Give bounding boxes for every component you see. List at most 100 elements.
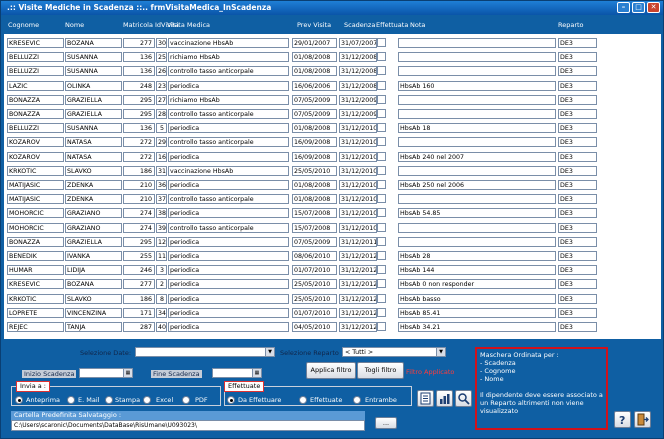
table-cell[interactable]: ZDENKA [65,194,122,205]
chart-icon[interactable] [436,390,453,407]
effettuata-checkbox[interactable] [377,194,386,204]
effettuata-checkbox[interactable] [377,123,386,133]
table-cell[interactable]: HbsAb 28 [398,251,556,261]
table-cell[interactable]: HbsAb 160 [398,80,556,91]
table-cell[interactable]: DE3 [558,80,597,91]
table-row[interactable]: BELLUZZI SUSANNA 136 25 richiamo HbsAb 01/08/… [4,52,661,63]
radio-stampa[interactable] [105,396,113,404]
table-cell[interactable]: LAZIC [7,80,64,91]
calendar-icon[interactable]: ▦ [123,369,132,377]
table-cell[interactable]: DE3 [558,180,597,190]
table-cell[interactable]: BONAZZA [7,236,64,247]
table-cell[interactable]: 277 [123,279,155,290]
effettuata-checkbox[interactable] [377,80,386,90]
table-cell[interactable]: NATASA [65,151,122,162]
table-cell[interactable]: 36 [156,180,167,190]
table-row[interactable]: BONAZZA GRAZIELLA 295 12 periodica 07/05/2009… [4,236,661,247]
browse-button[interactable]: ... [375,417,397,429]
table-cell[interactable]: 01/08/2008 [292,123,337,134]
table-cell[interactable]: 29/01/2007 [292,38,337,48]
table-cell[interactable]: DE3 [558,38,597,48]
maximize-button[interactable]: □ [632,2,645,13]
table-cell[interactable] [398,38,556,48]
table-cell[interactable]: richiamo HbsAb [168,52,289,63]
table-cell[interactable]: 31/07/2007 [339,38,377,48]
table-cell[interactable]: 31/12/2010 [339,194,377,205]
table-cell[interactable]: MATIJASIC [7,180,64,190]
table-cell[interactable]: HbsAb 34.21 [398,322,556,332]
table-cell[interactable] [398,194,556,205]
table-cell[interactable]: vaccinazione HbsAb [168,38,289,48]
table-cell[interactable]: 25/05/2010 [292,165,337,176]
radio-pdf[interactable] [182,396,190,404]
table-cell[interactable]: 39 [156,222,167,233]
table-cell[interactable]: DE3 [558,109,597,119]
table-cell[interactable]: 16/09/2008 [292,151,337,162]
table-cell[interactable]: DE3 [558,279,597,290]
table-cell[interactable]: 31/12/2012 [339,293,377,304]
fine-scadenza-input[interactable]: ▦ [212,368,262,378]
table-cell[interactable]: SUSANNA [65,52,122,63]
table-cell[interactable]: MATIJASIC [7,194,64,205]
table-cell[interactable]: 31/12/2010 [339,137,377,148]
table-row[interactable]: BENEDIK IVANKA 255 11 periodica 08/06/2010 31/… [4,251,661,261]
table-cell[interactable]: 171 [123,307,155,318]
table-cell[interactable]: 31/12/2008 [339,80,377,91]
table-cell[interactable]: 27 [156,94,167,105]
radio-da-effettuare[interactable] [227,396,235,404]
table-row[interactable]: KRKOTIC SLAVKO 186 31 vaccinazione HbsAb 25/0… [4,165,661,176]
table-cell[interactable]: HbsAb 144 [398,265,556,276]
table-cell[interactable]: 31/12/2010 [339,180,377,190]
table-cell[interactable]: 274 [123,208,155,219]
table-cell[interactable]: BELLUZZI [7,66,64,77]
table-cell[interactable]: BOZANA [65,38,122,48]
table-cell[interactable]: BONAZZA [7,94,64,105]
table-cell[interactable]: DE3 [558,236,597,247]
table-cell[interactable]: periodica [168,279,289,290]
effettuata-checkbox[interactable] [377,293,386,303]
table-cell[interactable]: 11 [156,251,167,261]
radio-anteprima[interactable] [15,396,23,404]
close-button[interactable]: ✕ [647,2,660,13]
effettuata-checkbox[interactable] [377,236,386,246]
table-cell[interactable]: GRAZIANO [65,208,122,219]
table-cell[interactable]: 12 [156,236,167,247]
table-cell[interactable]: DE3 [558,265,597,276]
table-cell[interactable]: 274 [123,222,155,233]
table-cell[interactable]: 37 [156,194,167,205]
table-cell[interactable]: periodica [168,123,289,134]
table-cell[interactable]: HbsAb 240 nel 2007 [398,151,556,162]
table-cell[interactable]: SLAVKO [65,293,122,304]
table-cell[interactable]: DE3 [558,208,597,219]
table-row[interactable]: KRESEVIC BOZANA 277 2 periodica 25/05/2010 31/… [4,279,661,290]
table-cell[interactable]: 25 [156,52,167,63]
table-cell[interactable]: 5 [156,123,167,134]
table-cell[interactable]: 25/05/2010 [292,293,337,304]
table-cell[interactable]: DE3 [558,251,597,261]
table-cell[interactable]: IVANKA [65,251,122,261]
reparto-select[interactable]: < Tutti > ▼ [342,347,446,357]
table-cell[interactable]: KRESEVIC [7,38,64,48]
table-cell[interactable]: 2 [156,279,167,290]
table-cell[interactable]: DE3 [558,94,597,105]
table-cell[interactable]: GRAZIELLA [65,94,122,105]
table-cell[interactable]: periodica [168,265,289,276]
table-cell[interactable]: REJEC [7,322,64,332]
table-cell[interactable] [398,52,556,63]
table-cell[interactable]: periodica [168,180,289,190]
table-cell[interactable] [398,137,556,148]
table-cell[interactable]: periodica [168,251,289,261]
table-cell[interactable]: 31/12/2010 [339,165,377,176]
table-cell[interactable]: 295 [123,94,155,105]
table-cell[interactable]: BELLUZZI [7,52,64,63]
table-cell[interactable]: HbsAb 18 [398,123,556,134]
table-cell[interactable] [398,236,556,247]
table-row[interactable]: HUMAR LIDIJA 246 3 periodica 01/07/2010 31/12/… [4,265,661,276]
table-cell[interactable]: GRAZIELLA [65,236,122,247]
table-cell[interactable]: 04/05/2010 [292,322,337,332]
effettuata-checkbox[interactable] [377,279,386,289]
table-cell[interactable]: 40 [156,322,167,332]
table-cell[interactable]: DE3 [558,322,597,332]
table-cell[interactable]: controllo tasso anticorpale [168,194,289,205]
table-cell[interactable]: 16 [156,151,167,162]
